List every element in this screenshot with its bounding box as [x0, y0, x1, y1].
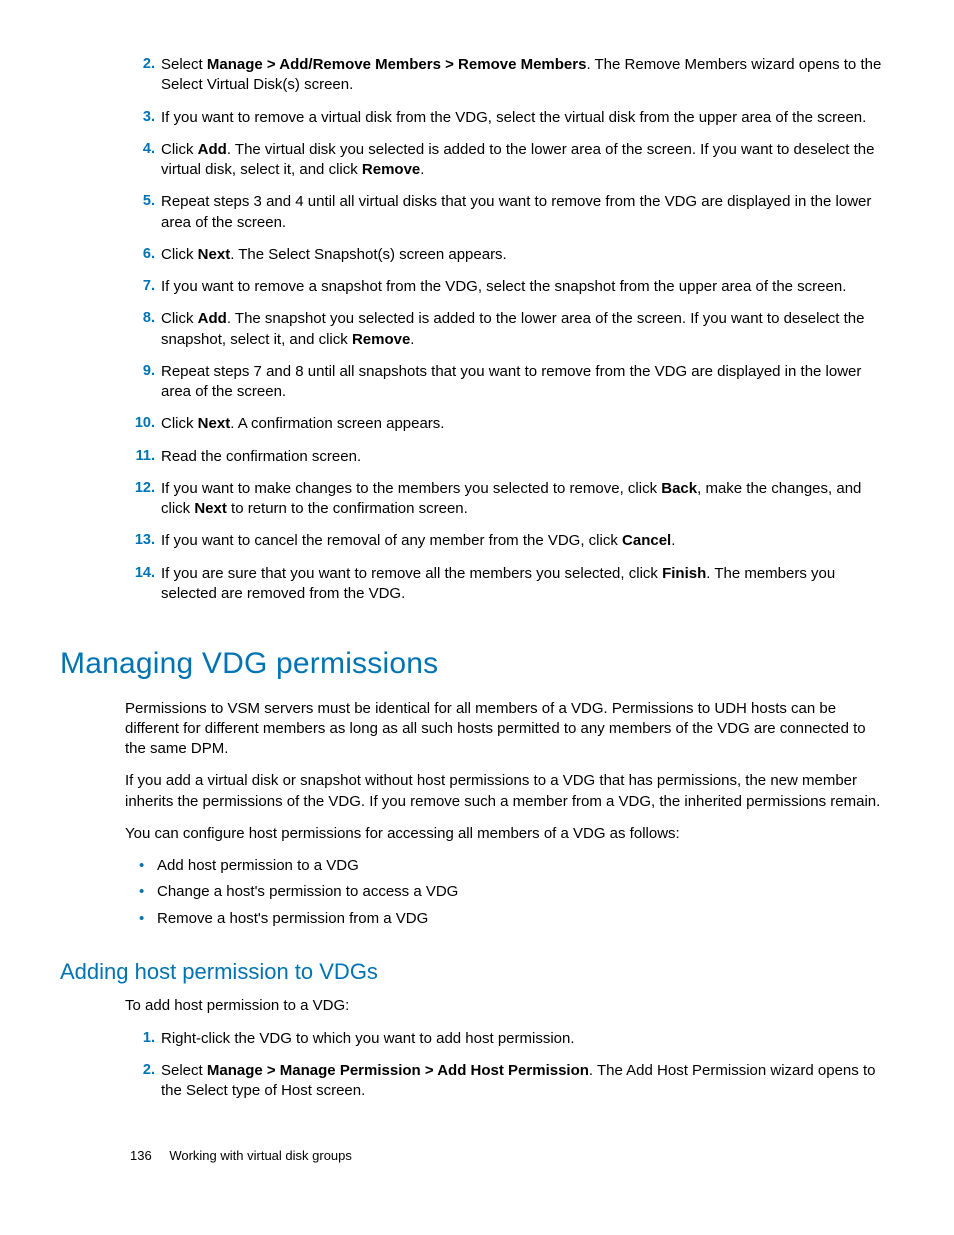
step-item: 5.Repeat steps 3 and 4 until all virtual…: [125, 192, 884, 233]
ordered-steps-remove-members: 2.Select Manage > Add/Remove Members > R…: [125, 55, 884, 604]
step-text: Read the confirmation screen.: [161, 447, 884, 467]
step-text: Repeat steps 3 and 4 until all virtual d…: [161, 192, 884, 233]
step-number: 13.: [125, 531, 161, 551]
step-item: 6.Click Next. The Select Snapshot(s) scr…: [125, 245, 884, 265]
step-text: If you want to remove a virtual disk fro…: [161, 108, 884, 128]
step-text: Right-click the VDG to which you want to…: [161, 1029, 884, 1049]
step-item: 2.Select Manage > Manage Permission > Ad…: [125, 1061, 884, 1102]
paragraph: You can configure host permissions for a…: [125, 824, 884, 844]
step-item: 14.If you are sure that you want to remo…: [125, 564, 884, 605]
step-number: 12.: [125, 479, 161, 520]
paragraph: If you add a virtual disk or snapshot wi…: [125, 771, 884, 812]
step-number: 6.: [125, 245, 161, 265]
step-number: 3.: [125, 108, 161, 128]
step-number: 10.: [125, 414, 161, 434]
step-text: If you want to make changes to the membe…: [161, 479, 884, 520]
bullet-item: Add host permission to a VDG: [157, 856, 884, 876]
page-number: 136: [130, 1148, 152, 1163]
step-number: 5.: [125, 192, 161, 233]
step-item: 9.Repeat steps 7 and 8 until all snapsho…: [125, 362, 884, 403]
step-item: 2.Select Manage > Add/Remove Members > R…: [125, 55, 884, 96]
step-item: 4.Click Add. The virtual disk you select…: [125, 140, 884, 181]
bullet-item: Change a host's permission to access a V…: [157, 882, 884, 902]
step-text: Click Add. The snapshot you selected is …: [161, 309, 884, 350]
step-number: 8.: [125, 309, 161, 350]
step-item: 10.Click Next. A confirmation screen app…: [125, 414, 884, 434]
step-number: 2.: [125, 55, 161, 96]
step-text: Repeat steps 7 and 8 until all snapshots…: [161, 362, 884, 403]
step-number: 14.: [125, 564, 161, 605]
step-number: 4.: [125, 140, 161, 181]
step-text: Select Manage > Manage Permission > Add …: [161, 1061, 884, 1102]
step-item: 7.If you want to remove a snapshot from …: [125, 277, 884, 297]
step-item: 13.If you want to cancel the removal of …: [125, 531, 884, 551]
step-text: If you are sure that you want to remove …: [161, 564, 884, 605]
step-text: Click Add. The virtual disk you selected…: [161, 140, 884, 181]
step-text: Click Next. The Select Snapshot(s) scree…: [161, 245, 884, 265]
step-text: Click Next. A confirmation screen appear…: [161, 414, 884, 434]
ordered-steps-add-host-permission: 1.Right-click the VDG to which you want …: [125, 1029, 884, 1102]
chapter-title: Working with virtual disk groups: [169, 1148, 352, 1163]
step-number: 1.: [125, 1029, 161, 1049]
step-item: 11.Read the confirmation screen.: [125, 447, 884, 467]
step-number: 11.: [125, 447, 161, 467]
step-item: 3.If you want to remove a virtual disk f…: [125, 108, 884, 128]
step-text: If you want to cancel the removal of any…: [161, 531, 884, 551]
heading-adding-host-permission: Adding host permission to VDGs: [60, 957, 894, 987]
step-number: 2.: [125, 1061, 161, 1102]
step-item: 8.Click Add. The snapshot you selected i…: [125, 309, 884, 350]
page-footer: 136 Working with virtual disk groups: [130, 1147, 352, 1165]
step-number: 9.: [125, 362, 161, 403]
paragraph: To add host permission to a VDG:: [125, 996, 884, 1016]
step-text: Select Manage > Add/Remove Members > Rem…: [161, 55, 884, 96]
heading-managing-vdg-permissions: Managing VDG permissions: [60, 644, 894, 685]
document-page: 2.Select Manage > Add/Remove Members > R…: [0, 0, 954, 1235]
step-item: 12.If you want to make changes to the me…: [125, 479, 884, 520]
step-text: If you want to remove a snapshot from th…: [161, 277, 884, 297]
bullet-item: Remove a host's permission from a VDG: [157, 909, 884, 929]
step-number: 7.: [125, 277, 161, 297]
bullet-list-permission-actions: Add host permission to a VDG Change a hos…: [125, 856, 884, 929]
step-item: 1.Right-click the VDG to which you want …: [125, 1029, 884, 1049]
paragraph: Permissions to VSM servers must be ident…: [125, 699, 884, 760]
